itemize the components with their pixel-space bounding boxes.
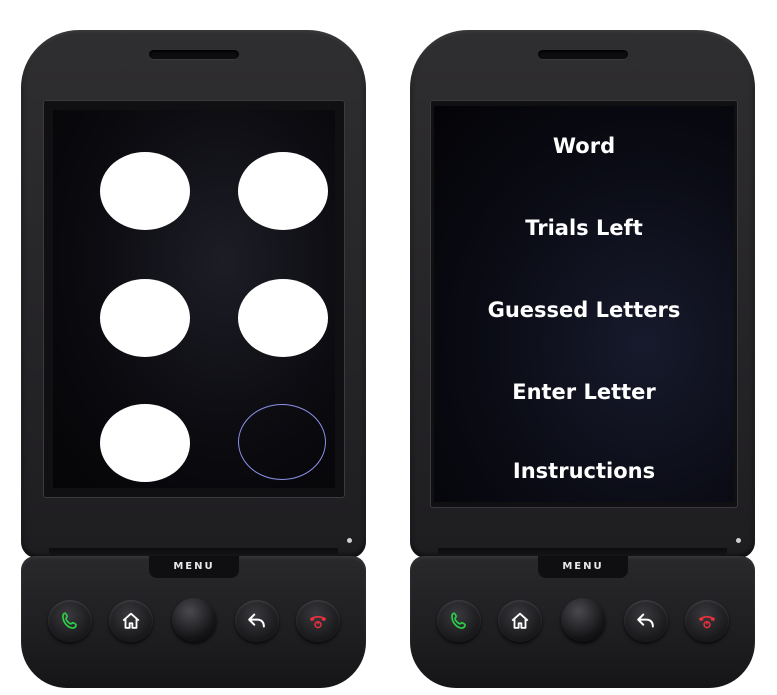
menu-key[interactable]: MENU [149,556,239,578]
home-icon [122,612,140,629]
braille-dot-1[interactable] [100,152,190,230]
back-button[interactable] [235,600,279,642]
menu-item-label: Guessed Letters [487,298,681,322]
screen-bezel: Word Trials Left Guessed Letters Enter L… [430,100,738,508]
status-led [347,538,352,543]
back-button[interactable] [624,600,668,642]
screenshot-stage: MENU Word Trials Left Guessed Letters En… [0,0,777,695]
call-button[interactable] [437,600,481,642]
braille-dot-5[interactable] [238,279,328,357]
menu-item-trials-left[interactable]: Trials Left [434,215,734,241]
call-icon [451,612,466,629]
hardware-keys-row [410,598,755,650]
call-icon [62,612,77,629]
earpiece-speaker [149,50,239,59]
menu-item-label: Trials Left [525,216,643,240]
call-button[interactable] [48,600,92,642]
menu-item-enter-letter[interactable]: Enter Letter [434,379,734,405]
menu-key[interactable]: MENU [538,556,628,578]
phone-upper-body [21,30,366,558]
menu-item-label: Enter Letter [512,380,656,404]
screen-bezel [43,100,345,498]
braille-dot-2[interactable] [100,279,190,357]
status-led [736,538,741,543]
game-menu-screen: Word Trials Left Guessed Letters Enter L… [434,106,734,502]
end-call-button[interactable] [296,600,340,642]
menu-item-guessed-letters[interactable]: Guessed Letters [434,297,734,323]
back-icon [637,613,654,628]
braille-dot-6[interactable] [238,404,326,480]
menu-item-label: Instructions [512,459,656,483]
home-button[interactable] [498,600,542,642]
phone-lower-body: MENU [21,556,366,688]
braille-screen [53,110,335,488]
hardware-keys-row [21,598,366,650]
menu-item-label: Word [552,134,616,158]
braille-dot-4[interactable] [238,152,328,230]
menu-item-instructions[interactable]: Instructions [434,458,734,484]
back-icon [248,613,265,628]
end-call-button[interactable] [685,600,729,642]
end-call-icon [698,615,716,629]
left-phone: MENU [21,0,366,695]
end-call-icon [309,615,327,629]
phone-upper-body: Word Trials Left Guessed Letters Enter L… [410,30,755,558]
phone-lower-body: MENU [410,556,755,688]
right-phone: Word Trials Left Guessed Letters Enter L… [410,0,755,695]
home-icon [511,612,529,629]
home-button[interactable] [109,600,153,642]
earpiece-speaker [538,50,628,59]
trackball[interactable] [561,598,605,642]
trackball[interactable] [172,598,216,642]
braille-dot-3[interactable] [100,404,190,482]
menu-item-word[interactable]: Word [434,133,734,159]
